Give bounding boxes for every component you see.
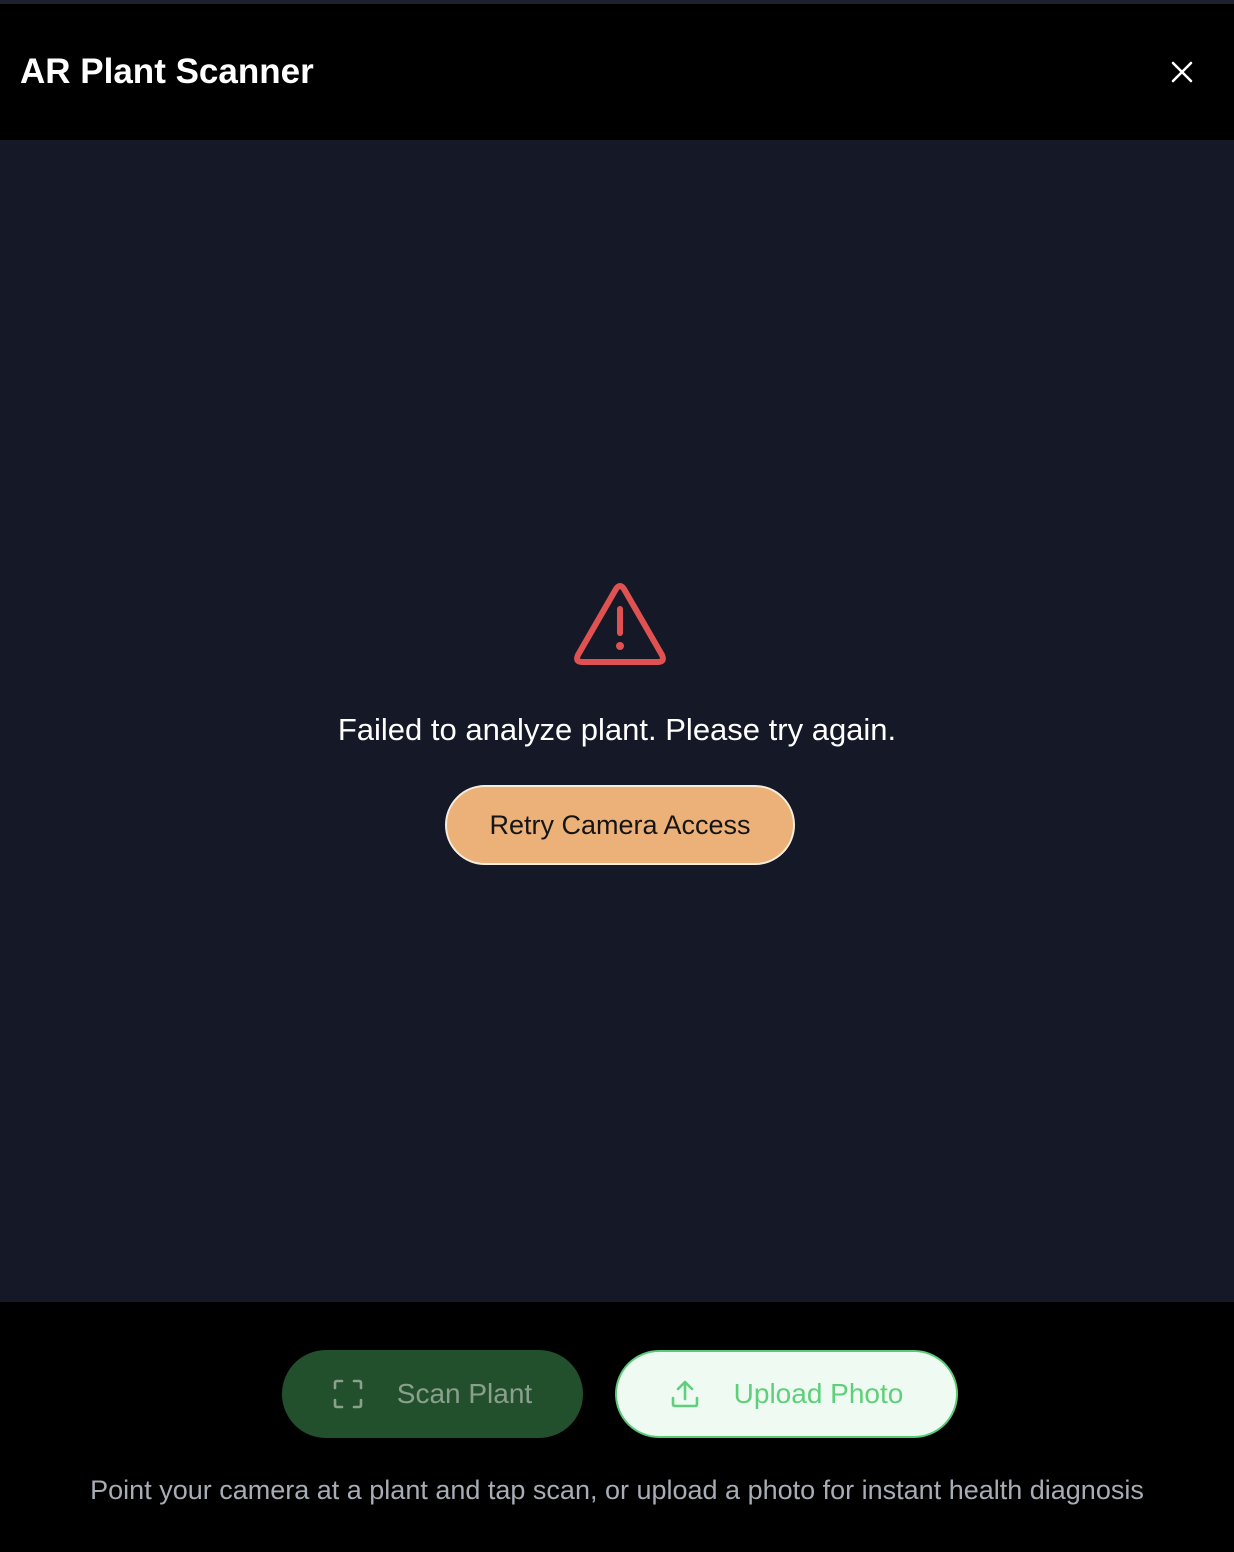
scan-plant-label: Scan Plant xyxy=(396,1378,533,1409)
header-bar: AR Plant Scanner xyxy=(0,4,1234,140)
scan-plant-button[interactable]: Scan Plant xyxy=(282,1350,583,1438)
close-button[interactable] xyxy=(1160,50,1204,94)
scan-frame-icon xyxy=(333,1379,363,1409)
close-icon xyxy=(1170,60,1194,84)
retry-camera-button[interactable]: Retry Camera Access xyxy=(445,785,795,865)
page-title: AR Plant Scanner xyxy=(20,52,314,91)
camera-viewport: Failed to analyze plant. Please try agai… xyxy=(0,140,1234,1302)
instruction-text: Point your camera at a plant and tap sca… xyxy=(90,1475,1144,1505)
plant-scanner-modal: AR Plant Scanner Failed to analyze plant… xyxy=(0,0,1234,1552)
error-message: Failed to analyze plant. Please try agai… xyxy=(337,712,897,747)
action-footer: Scan Plant Upload Photo Point your camer… xyxy=(0,1302,1234,1552)
upload-photo-button[interactable]: Upload Photo xyxy=(615,1350,958,1438)
warning-triangle-icon xyxy=(574,583,666,667)
upload-icon xyxy=(670,1379,700,1409)
upload-photo-label: Upload Photo xyxy=(733,1378,904,1409)
